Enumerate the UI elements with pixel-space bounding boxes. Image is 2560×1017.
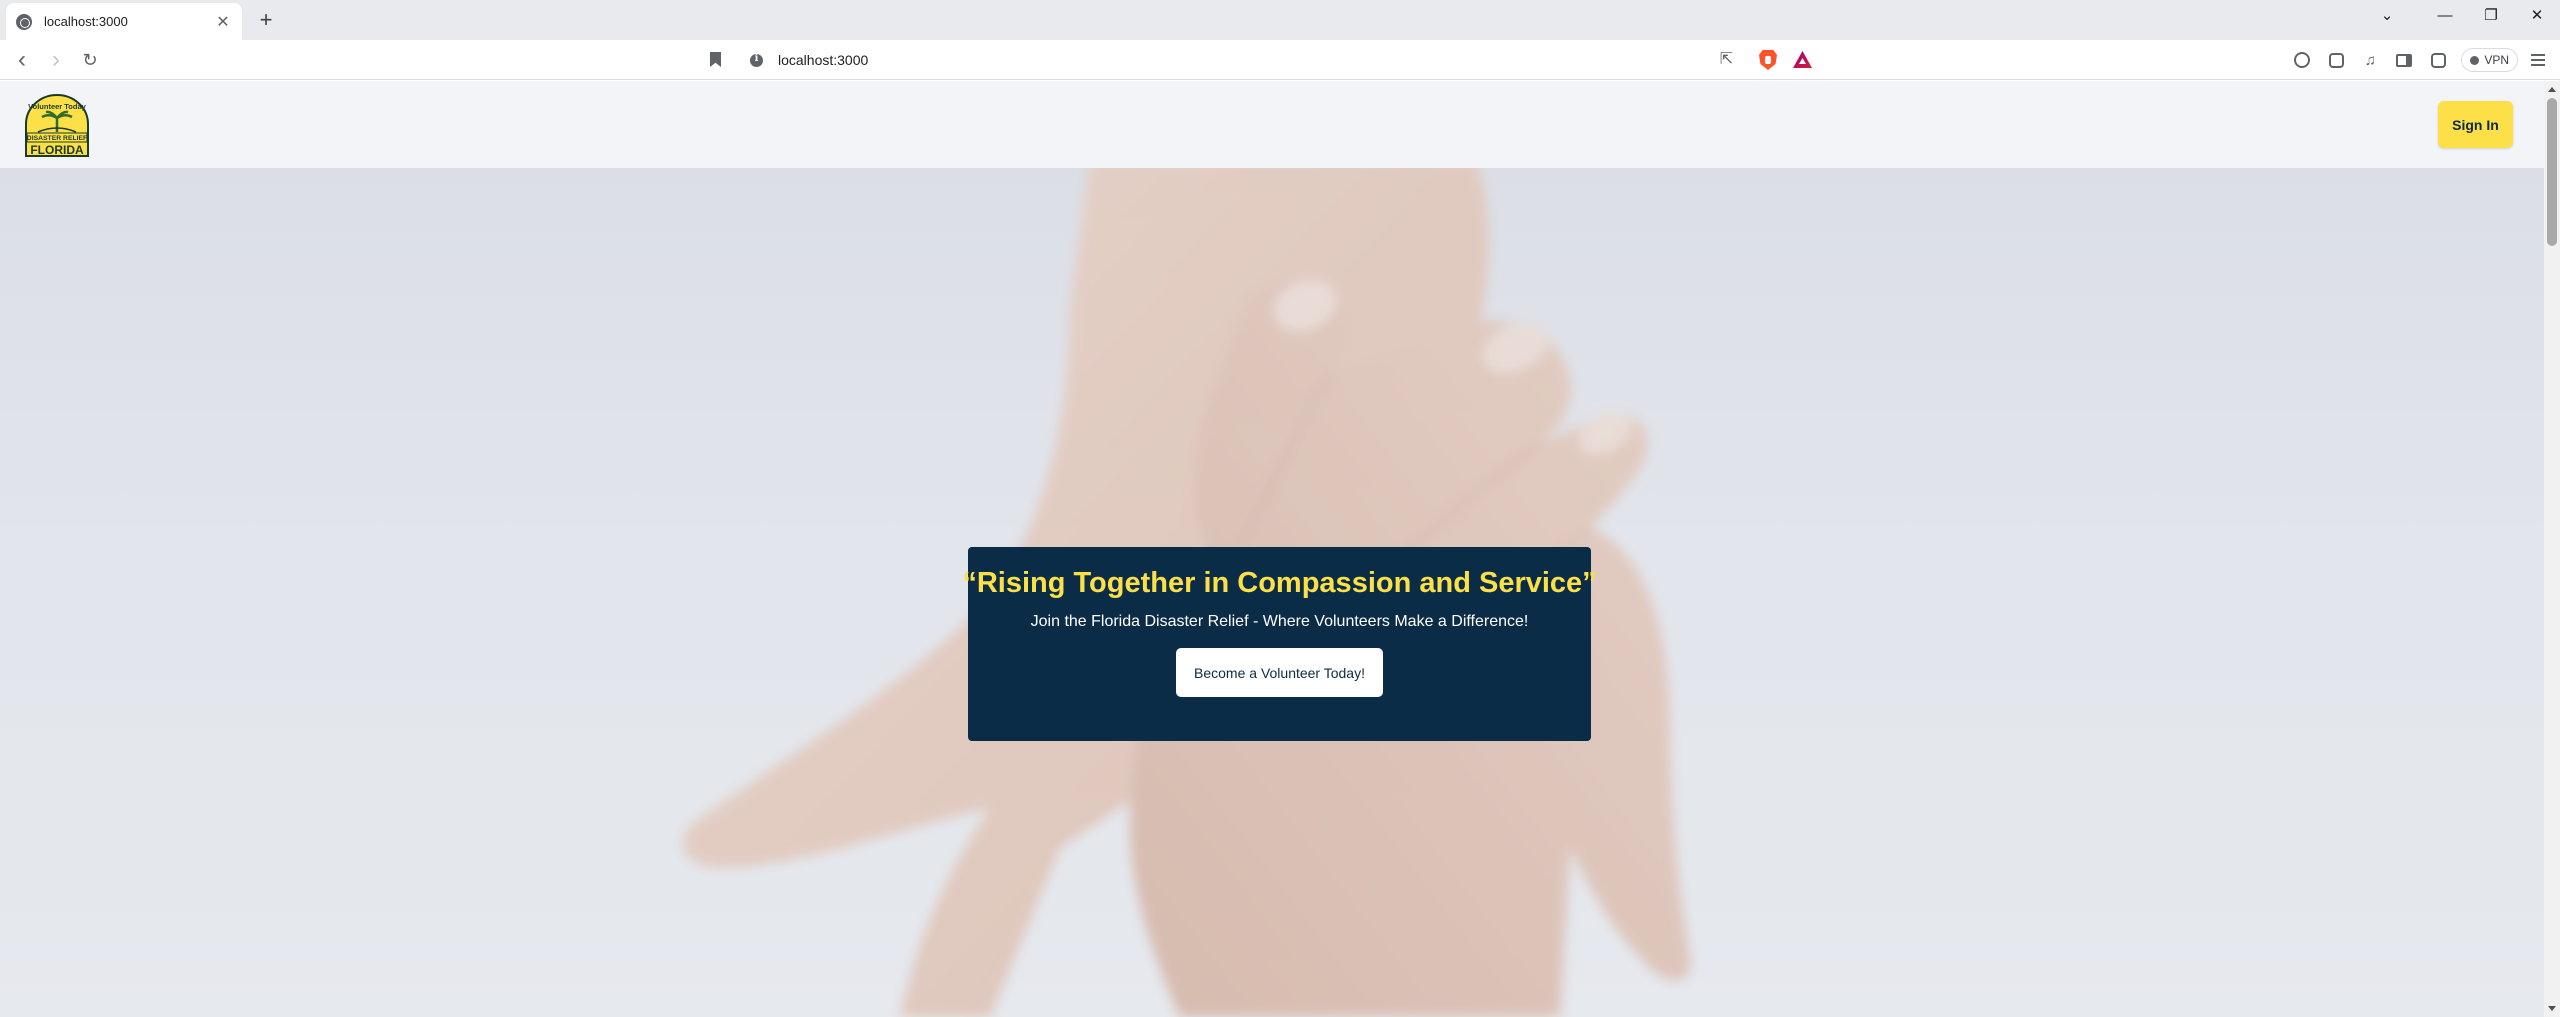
sign-in-button[interactable]: Sign In (2438, 101, 2513, 148)
menu-icon[interactable] (2524, 40, 2552, 80)
browser-tab[interactable]: localhost:3000 ✕ (6, 3, 242, 40)
vpn-button[interactable]: VPN (2461, 48, 2518, 72)
forward-button[interactable]: › (44, 46, 68, 73)
new-tab-button[interactable]: + (252, 6, 280, 34)
browser-toolbar: ‹ › ↻ localhost:3000 ⇱ ♫ VPN (0, 40, 2560, 80)
window-close-button[interactable]: ✕ (2514, 0, 2560, 30)
minimize-button[interactable]: — (2422, 0, 2468, 30)
tab-title: localhost:3000 (44, 14, 128, 29)
browser-window: localhost:3000 ✕ + ⌄ — ❐ ✕ ‹ › ↻ localho… (0, 0, 2560, 1017)
media-icon[interactable]: ♫ (2353, 40, 2387, 80)
logo-bottom-text: FLORIDA (30, 143, 84, 157)
hero-title: “Rising Together in Compassion and Servi… (962, 567, 1597, 599)
become-volunteer-button[interactable]: Become a Volunteer Today! (1176, 648, 1383, 697)
florida-disaster-relief-logo[interactable]: Volunteer Today DISASTER RELIEF FLORIDA (24, 94, 90, 157)
back-button[interactable]: ‹ (10, 46, 34, 73)
address-bar[interactable]: localhost:3000 (740, 45, 1820, 75)
page-scrollbar[interactable] (2544, 81, 2560, 1017)
reload-button[interactable]: ↻ (78, 48, 102, 72)
globe-icon (16, 13, 32, 30)
url-text[interactable]: localhost:3000 (778, 52, 1820, 68)
leo-ai-icon[interactable] (2285, 40, 2319, 80)
scroll-down-arrow-icon[interactable] (2548, 1006, 2556, 1011)
extensions-icon[interactable] (2319, 40, 2353, 80)
logo-middle-text: DISASTER RELIEF (27, 135, 87, 142)
window-controls: ⌄ — ❐ ✕ (2364, 0, 2560, 32)
hero-callout-card: “Rising Together in Compassion and Servi… (962, 547, 1597, 741)
tab-search-chevron-icon[interactable]: ⌄ (2364, 0, 2410, 30)
bookmark-icon[interactable] (710, 52, 721, 67)
scroll-thumb[interactable] (2547, 98, 2557, 246)
sidebar-icon[interactable] (2387, 40, 2421, 80)
hero-subtitle: Join the Florida Disaster Relief - Where… (1030, 613, 1529, 630)
site-header: Volunteer Today DISASTER RELIEF FLORIDA … (0, 81, 2544, 168)
wallet-icon[interactable] (2421, 40, 2455, 80)
logo-top-text: Volunteer Today (28, 102, 86, 111)
toolbar-icons: ♫ VPN (2285, 40, 2560, 80)
page-viewport: Volunteer Today DISASTER RELIEF FLORIDA … (0, 81, 2560, 1017)
site-info-icon[interactable] (750, 53, 763, 67)
restore-button[interactable]: ❐ (2468, 0, 2514, 30)
scroll-up-arrow-icon[interactable] (2548, 87, 2556, 92)
tab-strip: localhost:3000 ✕ + ⌄ — ❐ ✕ (0, 0, 2560, 40)
vpn-status-icon (2470, 55, 2480, 65)
tab-close-icon[interactable]: ✕ (214, 12, 232, 32)
vpn-label: VPN (2484, 53, 2509, 67)
share-icon[interactable]: ⇱ (1718, 51, 1735, 68)
hero-section: “Rising Together in Compassion and Servi… (0, 168, 2544, 1017)
